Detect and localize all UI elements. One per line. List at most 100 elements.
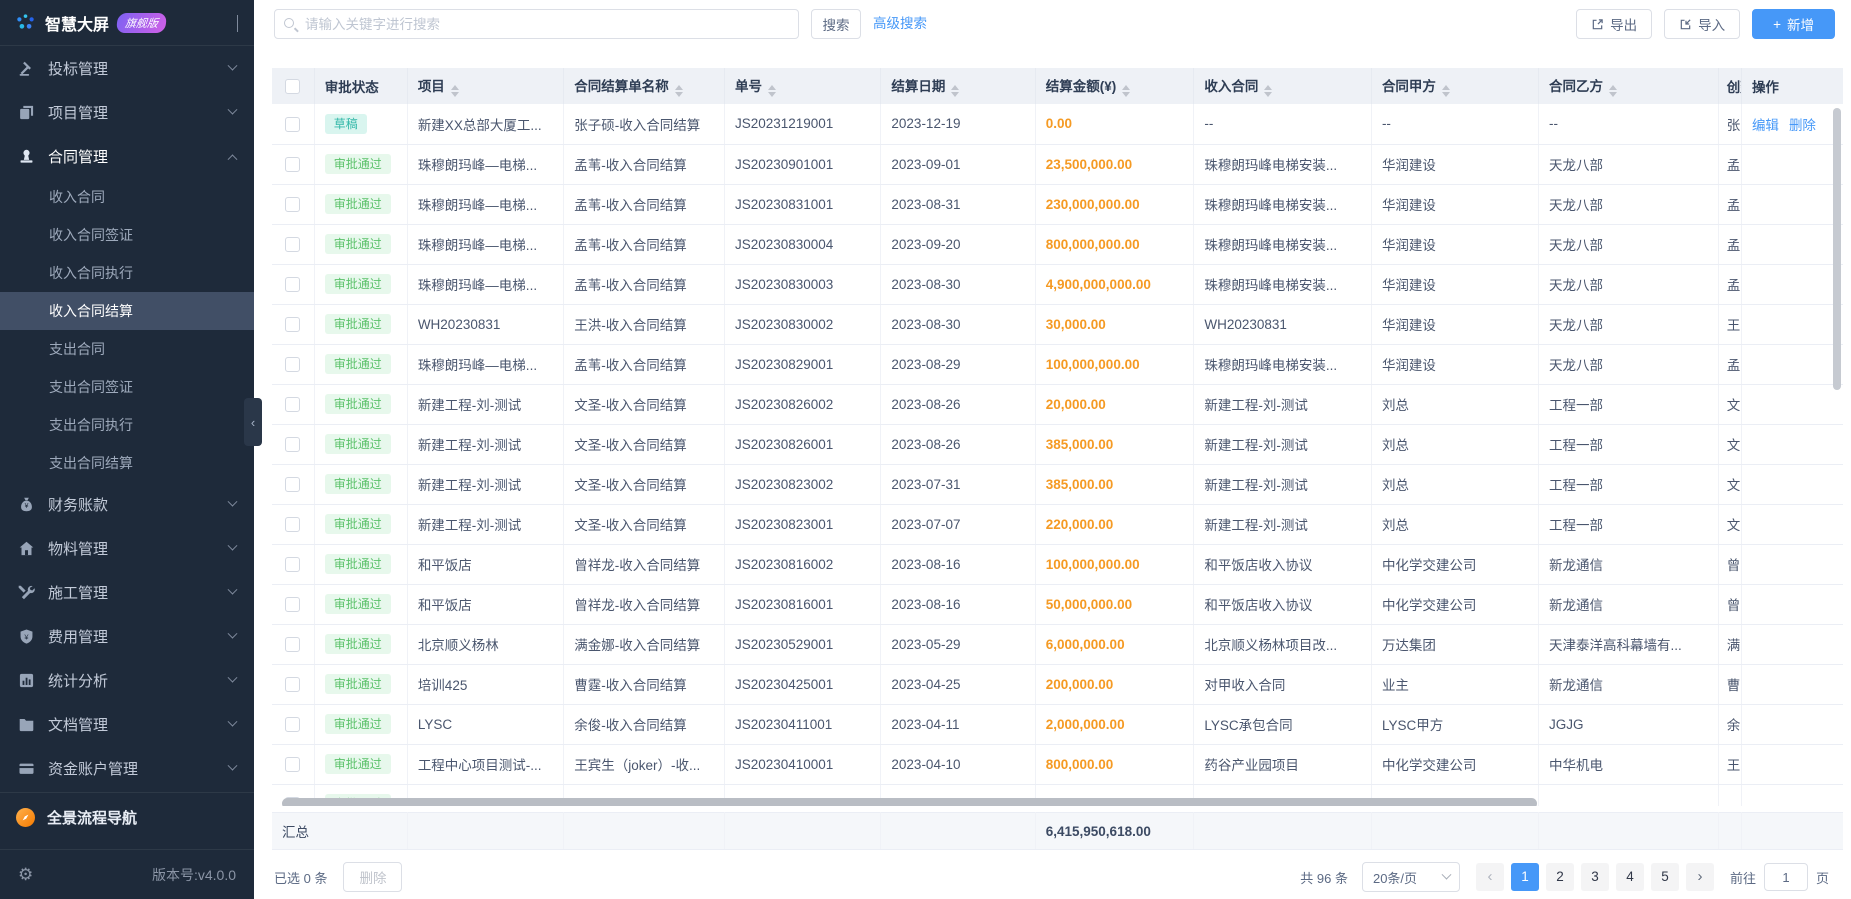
table-row: 审批通过 新建工程-刘-测试 文圣-收入合同结算 JS20230826001 2023-… — [272, 424, 1843, 465]
cell-party_b: 中华机电 — [1538, 744, 1719, 785]
row-checkbox[interactable] — [285, 356, 300, 372]
row-checkbox[interactable] — [285, 676, 300, 692]
sidebar-item-accounts[interactable]: 资金账户管理 — [0, 746, 254, 790]
row-checkbox[interactable] — [285, 276, 300, 292]
table-row: 审批通过 珠穆朗玛峰—电梯... 孟苇-收入合同结算 JS20230830004 202… — [272, 224, 1843, 265]
row-checkbox[interactable] — [285, 196, 300, 212]
row-checkbox[interactable] — [285, 236, 300, 252]
sidebar-item-materials[interactable]: 物料管理 — [0, 526, 254, 570]
row-checkbox[interactable] — [285, 396, 300, 412]
cell-creator: 孟 — [1718, 224, 1742, 265]
column-header-party_a[interactable]: 合同甲方 — [1371, 68, 1539, 104]
sort-icon[interactable] — [674, 85, 683, 97]
sort-icon[interactable] — [1441, 85, 1450, 97]
sidebar-item-bidding[interactable]: 投标管理 — [0, 46, 254, 90]
goto-page-input[interactable] — [1763, 863, 1808, 891]
column-header-no[interactable]: 单号 — [724, 68, 882, 104]
sort-icon[interactable] — [1608, 85, 1617, 97]
page-button-5[interactable]: 5 — [1650, 863, 1679, 891]
app-logo-icon — [16, 13, 35, 32]
sidebar-item-stats[interactable]: 统计分析 — [0, 658, 254, 702]
page-size-select[interactable]: 20条/页 — [1361, 862, 1460, 892]
row-checkbox[interactable] — [285, 636, 300, 652]
sidebar-subitem-active[interactable]: 收入合同结算 — [0, 292, 254, 330]
column-header-party_b[interactable]: 合同乙方 — [1538, 68, 1719, 104]
row-checkbox[interactable] — [285, 756, 300, 772]
bar-chart-icon — [18, 672, 35, 689]
sidebar-collapse-handle[interactable]: ‹ — [244, 398, 262, 446]
sidebar-item-label: 统计分析 — [48, 672, 109, 690]
row-checkbox[interactable] — [285, 596, 300, 612]
cell-party_a: 万达集团 — [1371, 624, 1539, 665]
summary-row: 汇总 6,415,950,618.00 — [272, 812, 1843, 850]
cell-no: JS20230410001 — [724, 744, 882, 785]
edit-link[interactable]: 编辑 — [1752, 118, 1779, 133]
sidebar-item-finance[interactable]: ¥ 财务账款 — [0, 482, 254, 526]
column-header-project[interactable]: 项目 — [407, 68, 565, 104]
page-button-4[interactable]: 4 — [1615, 863, 1644, 891]
cell-name: 张子硕-收入合同结算 — [563, 104, 725, 145]
horizontal-scrollbar-thumb[interactable] — [282, 798, 1537, 806]
sidebar-item-docs[interactable]: 文档管理 — [0, 702, 254, 746]
row-checkbox[interactable] — [285, 436, 300, 452]
delete-button[interactable]: 删除 — [343, 862, 403, 892]
page-button-1[interactable]: 1 — [1510, 863, 1539, 891]
row-checkbox[interactable] — [285, 716, 300, 732]
sidebar-subitem[interactable]: 收入合同执行 — [0, 254, 254, 292]
gear-icon[interactable]: ⚙ — [18, 865, 33, 885]
sidebar-item-projects[interactable]: 项目管理 — [0, 90, 254, 134]
column-header-name[interactable]: 合同结算单名称 — [563, 68, 725, 104]
cell-contract: 珠穆朗玛峰电梯安装... — [1193, 264, 1372, 305]
export-button[interactable]: 导出 — [1576, 9, 1653, 39]
sort-icon[interactable] — [450, 85, 459, 97]
sidebar-item-construction[interactable]: 施工管理 — [0, 570, 254, 614]
sidebar-subitem[interactable]: 支出合同签证 — [0, 368, 254, 406]
sort-icon[interactable] — [951, 85, 960, 97]
cell-name: 文圣-收入合同结算 — [563, 424, 725, 465]
sidebar-item-expense[interactable]: ¥ 费用管理 — [0, 614, 254, 658]
sidebar-subitem[interactable]: 支出合同 — [0, 330, 254, 368]
import-button[interactable]: 导入 — [1664, 9, 1741, 39]
vertical-scrollbar-thumb[interactable] — [1833, 108, 1841, 390]
status-badge: 审批通过 — [324, 313, 391, 335]
cell-name: 王洪-收入合同结算 — [563, 304, 725, 345]
sidebar-subitem[interactable]: 收入合同签证 — [0, 216, 254, 254]
delete-link[interactable]: 删除 — [1789, 118, 1816, 133]
row-checkbox[interactable] — [285, 156, 300, 172]
sidebar-subitem[interactable]: 收入合同 — [0, 178, 254, 216]
cell-no: JS20230826001 — [724, 424, 882, 465]
add-button[interactable]: + 新增 — [1752, 9, 1835, 39]
page-button-2[interactable]: 2 — [1545, 863, 1574, 891]
row-checkbox[interactable] — [285, 316, 300, 332]
sidebar-subitem[interactable]: 支出合同结算 — [0, 444, 254, 482]
chevron-down-icon — [1441, 869, 1452, 880]
column-header-contract[interactable]: 收入合同 — [1193, 68, 1372, 104]
advanced-search-link[interactable]: 高级搜索 — [873, 9, 927, 39]
sidebar-logo-row[interactable]: 智慧大屏 旗舰版 — [0, 0, 254, 46]
row-checkbox[interactable] — [285, 476, 300, 492]
sidebar-item-contracts[interactable]: 合同管理 — [0, 134, 254, 178]
column-header-actions: 操作 — [1741, 68, 1843, 104]
cell-date: 2023-09-20 — [880, 224, 1036, 265]
cell-creator: 余 — [1718, 704, 1742, 745]
sidebar-subitem[interactable]: 支出合同执行 — [0, 406, 254, 444]
plus-icon: + — [1773, 16, 1781, 32]
column-header-amount[interactable]: 结算金额(¥) — [1035, 68, 1195, 104]
select-all-checkbox[interactable] — [285, 78, 300, 94]
page-button-3[interactable]: 3 — [1580, 863, 1609, 891]
sort-icon[interactable] — [767, 85, 776, 97]
total-count-text: 共 96 条 — [1300, 870, 1348, 886]
sort-icon[interactable] — [1264, 85, 1273, 97]
next-page-button[interactable]: › — [1685, 863, 1714, 891]
row-checkbox[interactable] — [285, 556, 300, 572]
sidebar-item-process-navigation[interactable]: 全景流程导航 — [0, 795, 254, 839]
search-input[interactable] — [274, 9, 799, 39]
sort-icon[interactable] — [1122, 85, 1131, 97]
column-header-date[interactable]: 结算日期 — [880, 68, 1036, 104]
row-checkbox[interactable] — [285, 116, 300, 132]
cell-project: 北京顺义杨林 — [407, 624, 565, 665]
row-checkbox[interactable] — [285, 516, 300, 532]
cell-no: JS20230829001 — [724, 344, 882, 385]
search-button[interactable]: 搜索 — [811, 9, 861, 39]
prev-page-button[interactable]: ‹ — [1475, 863, 1504, 891]
